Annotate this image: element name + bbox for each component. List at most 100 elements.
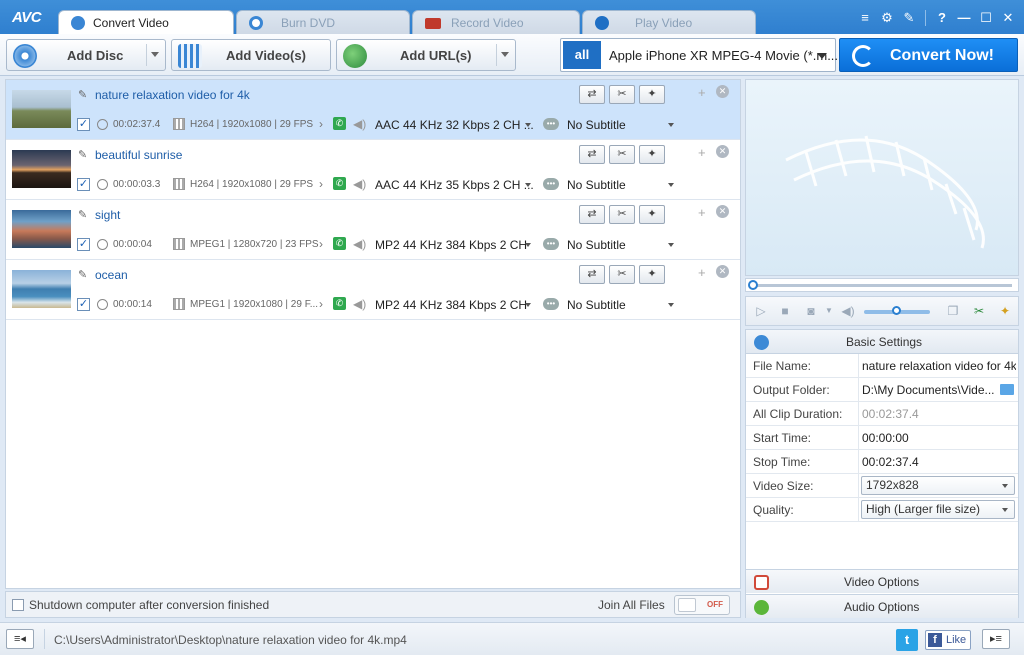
play-icon[interactable]: ▷ [754, 304, 768, 318]
effects-button[interactable]: ✦ [639, 265, 665, 284]
add-url-button[interactable]: Add URL(s) [336, 39, 516, 71]
add-icon[interactable]: + [698, 85, 706, 100]
tab-play-video[interactable]: Play Video [582, 10, 756, 34]
remove-file-button[interactable]: ✕ [716, 205, 729, 218]
tools-icon[interactable]: ✎ [899, 8, 919, 28]
effects-button[interactable]: ✦ [639, 205, 665, 224]
chevron-down-icon[interactable] [525, 243, 531, 247]
subtitle-select[interactable]: No Subtitle [567, 118, 626, 132]
volume-handle[interactable] [892, 306, 901, 315]
rename-icon[interactable]: ✎ [78, 210, 88, 221]
file-name[interactable]: beautiful sunrise [95, 148, 182, 162]
chevron-down-icon[interactable]: ▼ [822, 304, 836, 318]
remove-file-button[interactable]: ✕ [716, 265, 729, 278]
subtitle-select[interactable]: No Subtitle [567, 298, 626, 312]
file-checkbox[interactable]: ✓ [77, 178, 90, 191]
maximize-button[interactable]: ☐ [976, 8, 996, 28]
add-icon[interactable]: + [698, 205, 706, 220]
audio-track-select[interactable]: AAC 44 KHz 35 Kbps 2 CH ... [375, 178, 534, 192]
file-checkbox[interactable]: ✓ [77, 118, 90, 131]
tab-record-video[interactable]: Record Video [412, 10, 580, 34]
video-thumbnail[interactable] [12, 90, 71, 128]
subtitle-select[interactable]: No Subtitle [567, 238, 626, 252]
file-row[interactable]: ✎ nature relaxation video for 4k ✓ 00:02… [6, 80, 740, 140]
cut-button[interactable]: ✂ [609, 265, 635, 284]
tab-convert-video[interactable]: Convert Video [58, 10, 234, 35]
cut-button[interactable]: ✂ [609, 145, 635, 164]
file-row[interactable]: ✎ beautiful sunrise ✓ 00:00:03.3 H264 | … [6, 140, 740, 200]
rename-icon[interactable]: ✎ [78, 150, 88, 161]
scissors-icon[interactable]: ✂ [972, 304, 986, 318]
stop-icon[interactable]: ■ [778, 304, 792, 318]
start-time-field[interactable]: 00:00:00 [862, 431, 1016, 445]
file-name[interactable]: sight [95, 208, 120, 222]
cut-button[interactable]: ✂ [609, 205, 635, 224]
twitter-button[interactable]: t [896, 629, 918, 651]
cut-button[interactable]: ✂ [609, 85, 635, 104]
magic-wand-icon[interactable]: ✦ [998, 304, 1012, 318]
chevron-down-icon[interactable] [668, 243, 674, 247]
rename-icon[interactable]: ✎ [78, 90, 88, 101]
copy-icon[interactable]: ❐ [946, 304, 960, 318]
shutdown-label[interactable]: Shutdown computer after conversion finis… [29, 598, 269, 612]
file-checkbox[interactable]: ✓ [77, 298, 90, 311]
video-size-select[interactable]: 1792x828 [861, 476, 1015, 495]
quality-select[interactable]: High (Larger file size) [861, 500, 1015, 519]
menu-icon[interactable]: ≡ [855, 8, 875, 28]
chevron-down-icon[interactable] [668, 303, 674, 307]
audio-options-bar[interactable]: Audio Options [746, 594, 1018, 618]
audio-track-select[interactable]: MP2 44 KHz 384 Kbps 2 CH [375, 298, 527, 312]
video-thumbnail[interactable] [12, 270, 71, 308]
remove-file-button[interactable]: ✕ [716, 85, 729, 98]
rotate-button[interactable]: ⇄ [579, 205, 605, 224]
chevron-down-icon[interactable] [817, 53, 827, 59]
remove-file-button[interactable]: ✕ [716, 145, 729, 158]
chevron-down-icon[interactable] [525, 303, 531, 307]
seek-track[interactable] [754, 284, 1012, 287]
convert-now-button[interactable]: Convert Now! [839, 38, 1018, 72]
chevron-down-icon[interactable] [501, 52, 509, 57]
chevron-down-icon[interactable] [525, 123, 531, 127]
file-name[interactable]: ocean [95, 268, 128, 282]
seek-slider[interactable] [745, 278, 1019, 292]
help-icon[interactable]: ? [932, 8, 952, 28]
effects-button[interactable]: ✦ [639, 85, 665, 104]
snapshot-icon[interactable]: ◙ [804, 304, 818, 318]
output-profile-select[interactable]: all Apple iPhone XR MPEG-4 Movie (*.m... [560, 38, 838, 72]
rotate-button[interactable]: ⇄ [579, 145, 605, 164]
effects-button[interactable]: ✦ [639, 145, 665, 164]
seek-handle[interactable] [748, 280, 758, 290]
rename-icon[interactable]: ✎ [78, 270, 88, 281]
stop-time-field[interactable]: 00:02:37.4 [862, 455, 1016, 469]
add-icon[interactable]: + [698, 145, 706, 160]
rotate-button[interactable]: ⇄ [579, 85, 605, 104]
tab-burn-dvd[interactable]: Burn DVD [236, 10, 410, 34]
folder-icon[interactable] [1000, 384, 1014, 395]
toggle-sidebar-button[interactable]: ≡◂ [6, 629, 34, 649]
chevron-down-icon[interactable] [668, 183, 674, 187]
video-thumbnail[interactable] [12, 210, 71, 248]
chevron-down-icon[interactable] [525, 183, 531, 187]
chevron-down-icon[interactable] [1002, 484, 1008, 488]
file-row[interactable]: ✎ ocean ✓ 00:00:14 MPEG1 | 1920x1080 | 2… [6, 260, 740, 320]
add-disc-button[interactable]: Add Disc [6, 39, 166, 71]
video-options-bar[interactable]: Video Options [746, 569, 1018, 593]
shutdown-checkbox[interactable] [12, 599, 24, 611]
chevron-down-icon[interactable] [1002, 508, 1008, 512]
minimize-button[interactable]: — [954, 8, 974, 28]
toggle-preview-button[interactable]: ▸≡ [982, 629, 1010, 649]
output-folder-field[interactable]: D:\My Documents\Vide... [862, 383, 998, 397]
video-thumbnail[interactable] [12, 150, 71, 188]
subtitle-select[interactable]: No Subtitle [567, 178, 626, 192]
add-icon[interactable]: + [698, 265, 706, 280]
join-files-toggle[interactable]: OFF [674, 595, 730, 615]
add-videos-button[interactable]: Add Video(s) [171, 39, 331, 71]
speaker-icon[interactable]: ◀) [841, 304, 855, 318]
file-name[interactable]: nature relaxation video for 4k [95, 88, 250, 102]
rotate-button[interactable]: ⇄ [579, 265, 605, 284]
audio-track-select[interactable]: MP2 44 KHz 384 Kbps 2 CH [375, 238, 527, 252]
audio-track-select[interactable]: AAC 44 KHz 32 Kbps 2 CH ... [375, 118, 534, 132]
gear-icon[interactable]: ⚙ [877, 8, 897, 28]
file-name-field[interactable]: nature relaxation video for 4k [862, 359, 1016, 373]
facebook-like-button[interactable]: f Like [925, 630, 971, 650]
